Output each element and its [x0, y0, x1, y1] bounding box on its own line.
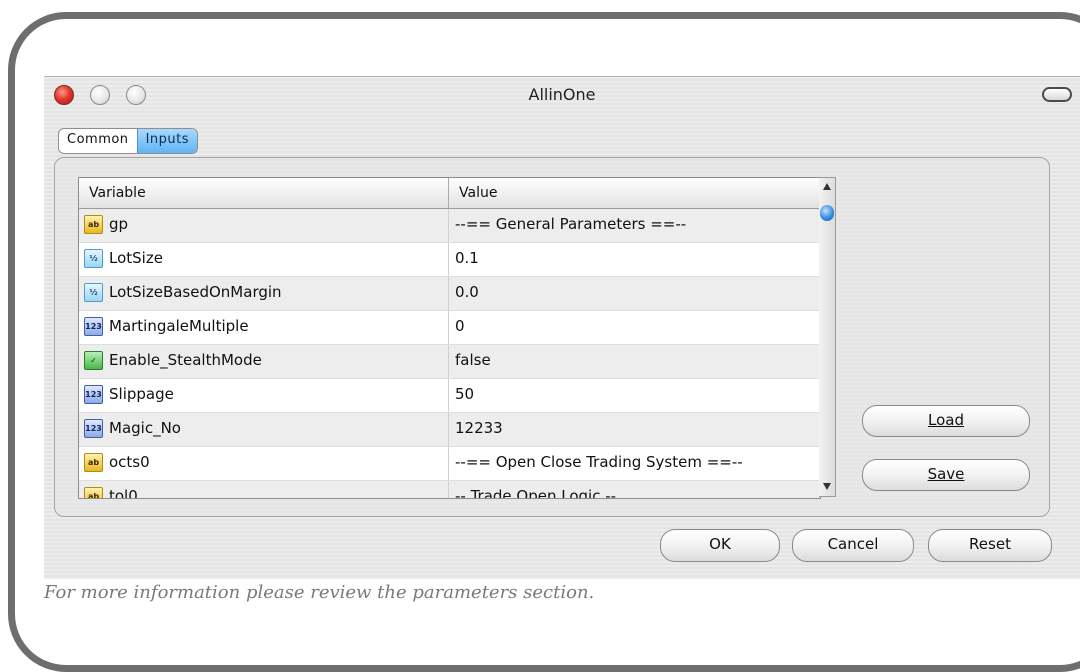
- table-row[interactable]: ½ LotSizeBasedOnMargin 0.0: [79, 277, 820, 311]
- table-row[interactable]: 123 Magic_No 12233: [79, 413, 820, 447]
- table-row[interactable]: 123 Slippage 50: [79, 379, 820, 413]
- value-cell[interactable]: 50: [449, 379, 474, 412]
- scroll-down-arrow-icon[interactable]: [823, 483, 831, 490]
- variable-name: Slippage: [109, 385, 174, 403]
- value-cell[interactable]: 0.1: [449, 243, 479, 276]
- string-icon: ab: [84, 215, 103, 234]
- integer-icon: 123: [84, 317, 103, 336]
- value-cell[interactable]: 0: [449, 311, 465, 344]
- table-header: Variable Value: [79, 178, 820, 209]
- vertical-scrollbar[interactable]: [819, 177, 836, 497]
- table-row[interactable]: ½ LotSize 0.1: [79, 243, 820, 277]
- cancel-button[interactable]: Cancel: [792, 529, 914, 562]
- table-row[interactable]: ✓ Enable_StealthMode false: [79, 345, 820, 379]
- value-cell[interactable]: --== Open Close Trading System ==--: [449, 447, 743, 480]
- tab-bar: Common Inputs: [58, 128, 198, 154]
- string-icon: ab: [84, 487, 103, 498]
- variable-name: octs0: [109, 453, 150, 471]
- variable-name: Enable_StealthMode: [109, 351, 262, 369]
- scroll-thumb[interactable]: [820, 205, 834, 221]
- integer-icon: 123: [84, 419, 103, 438]
- value-cell[interactable]: 12233: [449, 413, 503, 446]
- parameters-table: Variable Value ab gp --== General Paramet…: [78, 177, 821, 499]
- reset-button[interactable]: Reset: [928, 529, 1052, 562]
- variable-name: LotSize: [109, 249, 163, 267]
- help-caption: For more information please review the p…: [44, 582, 595, 603]
- save-button[interactable]: Save: [862, 459, 1030, 491]
- table-row[interactable]: 123 MartingaleMultiple 0: [79, 311, 820, 345]
- value-cell[interactable]: --== General Parameters ==--: [449, 209, 686, 242]
- tab-inputs[interactable]: Inputs: [136, 129, 197, 153]
- column-header-variable[interactable]: Variable: [79, 178, 449, 208]
- variable-name: LotSizeBasedOnMargin: [109, 283, 282, 301]
- value-cell[interactable]: 0.0: [449, 277, 479, 310]
- tab-common[interactable]: Common: [59, 129, 137, 153]
- variable-name: tol0: [109, 487, 138, 499]
- variable-name: gp: [109, 215, 129, 233]
- table-row[interactable]: ab gp --== General Parameters ==--: [79, 209, 820, 243]
- table-row[interactable]: ab tol0 -- Trade Open Logic --: [79, 481, 820, 499]
- string-icon: ab: [84, 453, 103, 472]
- dialog-window: AllinOne Common Inputs Variable Value ab…: [44, 76, 1080, 579]
- scroll-up-arrow-icon[interactable]: [823, 183, 831, 190]
- load-button[interactable]: Load: [862, 405, 1030, 437]
- bool-icon: ✓: [84, 351, 103, 370]
- value-cell[interactable]: -- Trade Open Logic --: [449, 481, 616, 498]
- title-bar[interactable]: AllinOne: [44, 77, 1080, 113]
- table-row[interactable]: ab octs0 --== Open Close Trading System =…: [79, 447, 820, 481]
- double-icon: ½: [84, 283, 103, 302]
- column-header-value[interactable]: Value: [449, 178, 497, 208]
- window-title: AllinOne: [528, 85, 596, 104]
- value-cell[interactable]: false: [449, 345, 491, 378]
- toolbar-toggle-button[interactable]: [1042, 87, 1072, 102]
- variable-name: Magic_No: [109, 419, 181, 437]
- integer-icon: 123: [84, 385, 103, 404]
- variable-name: MartingaleMultiple: [109, 317, 249, 335]
- double-icon: ½: [84, 249, 103, 268]
- ok-button[interactable]: OK: [660, 529, 780, 562]
